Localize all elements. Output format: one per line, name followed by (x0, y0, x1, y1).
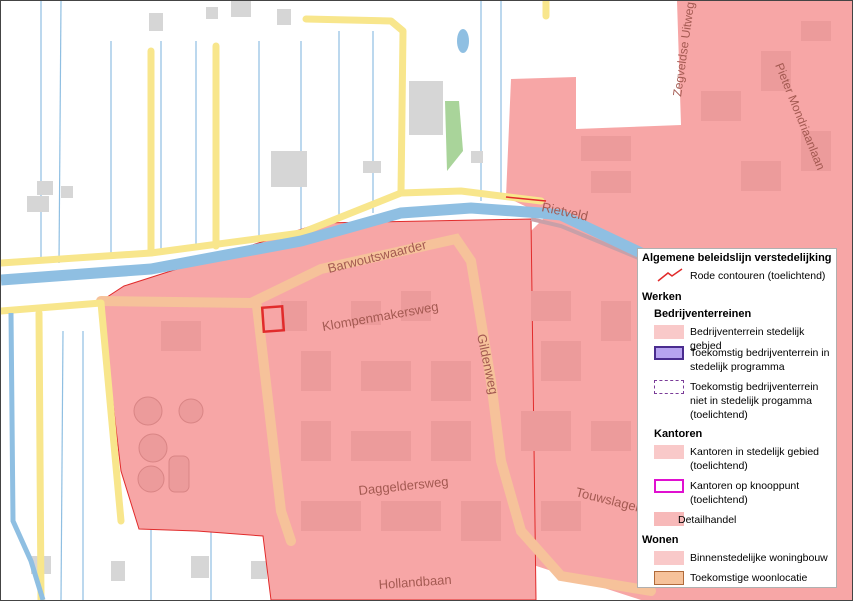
swatch-bedrijventerrein-stedelijk (654, 325, 684, 339)
legend-section-wonen: Wonen (642, 534, 679, 546)
pond (457, 29, 469, 53)
legend-toekomstige-woonlocatie: Toekomstige woonlocatie (690, 572, 808, 584)
legend-detailhandel: Detailhandel (678, 514, 737, 526)
legend-section-kantoren: Kantoren (654, 428, 703, 440)
legend-title: Algemene beleidslijn verstedelijking (642, 252, 832, 264)
legend-section-bedrijventerreinen: Bedrijventerreinen (654, 308, 752, 320)
legend-kantoren-knooppunt: Kantoren op knooppunt (toelichtend) (690, 480, 800, 506)
swatch-kantoren-stedelijk (654, 445, 684, 459)
contour-line-icon (657, 268, 683, 282)
legend-contour-label: Rode contouren (toelichtend) (690, 270, 826, 282)
legend-binnenstedelijke-woningbouw: Binnenstedelijke woningbouw (690, 552, 828, 564)
legend-section-werken: Werken (642, 291, 682, 303)
swatch-toekomstig-niet-in-programma (654, 380, 684, 394)
legend-kantoren-stedelijk: Kantoren in stedelijk gebied (toelichten… (690, 446, 820, 472)
map-frame: Rietveld Barwoutswaarder Klompenmakerswe… (0, 0, 853, 601)
legend-toekomstig-niet-in-programma: Toekomstig bedrijventerrein niet in sted… (690, 381, 819, 421)
swatch-toekomstige-woonlocatie (654, 571, 684, 585)
swatch-binnenstedelijke-woningbouw (654, 551, 684, 565)
swatch-kantoren-knooppunt (654, 479, 684, 493)
swatch-toekomstig-in-programma (654, 346, 684, 360)
map-legend: Algemene beleidslijn verstedelijking Rod… (637, 248, 837, 588)
legend-toekomstig-in-programma: Toekomstig bedrijventerrein in stedelijk… (690, 347, 830, 373)
